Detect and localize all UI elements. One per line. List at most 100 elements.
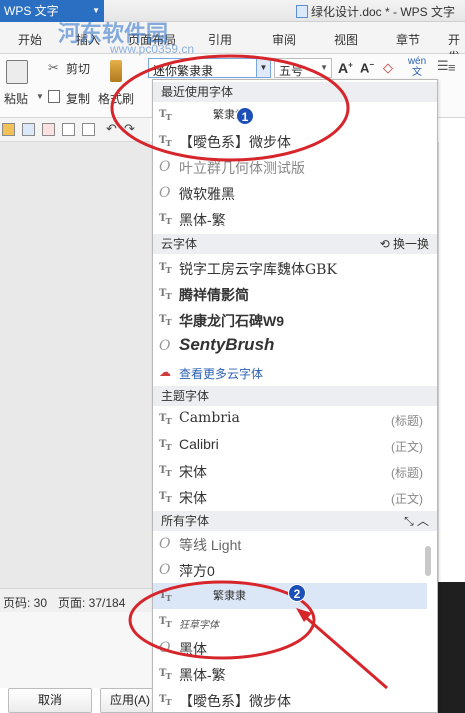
- font-name: 叶立群几何体测试版: [179, 160, 305, 176]
- font-size-combo[interactable]: 五号 ▼: [274, 58, 332, 78]
- font-item[interactable]: O SentyBrush: [153, 333, 427, 359]
- truetype-icon: TT: [159, 288, 172, 301]
- clear-format-icon[interactable]: ◇: [383, 60, 393, 76]
- font-item[interactable]: O 叶立群几何体测试版: [153, 154, 427, 180]
- format-painter-icon[interactable]: [110, 60, 122, 82]
- font-item[interactable]: TT 【曖色系】微步体: [153, 128, 427, 154]
- font-dropdown-panel: 最近使用字体 TT 繁隶隶 TT 【曖色系】微步体 O 叶立群几何体测试版 O …: [152, 79, 438, 713]
- app-name: WPS 文字: [4, 4, 59, 18]
- print-icon[interactable]: [62, 123, 75, 136]
- open-icon[interactable]: [2, 123, 15, 136]
- more-icon[interactable]: ☰: [437, 58, 449, 74]
- document-canvas: [0, 142, 152, 588]
- tab-view[interactable]: 视图: [334, 31, 358, 48]
- truetype-icon: TT: [159, 413, 172, 426]
- truetype-icon: TT: [159, 590, 172, 603]
- font-item[interactable]: TT 黑体-繁: [153, 661, 427, 687]
- font-item[interactable]: TT Cambria (标题): [153, 406, 427, 432]
- tab-review[interactable]: 审阅: [272, 31, 296, 48]
- font-item[interactable]: TT 腾祥倩影简: [153, 281, 427, 307]
- tab-home[interactable]: 开始: [18, 31, 42, 48]
- chevron-down-icon[interactable]: ▼: [320, 63, 328, 72]
- font-item[interactable]: O 微软雅黑: [153, 180, 427, 206]
- font-name: 狂草字体: [179, 620, 219, 631]
- font-item[interactable]: TT 宋体 (正文): [153, 484, 427, 510]
- opentype-icon: O: [159, 185, 171, 201]
- step-badge-1: 1: [236, 107, 254, 125]
- refresh-cloud-button[interactable]: ⟲ 换一换: [380, 234, 429, 254]
- font-name: 腾祥倩影简: [179, 287, 249, 303]
- format-painter-button[interactable]: 格式刷: [98, 90, 134, 107]
- font-item[interactable]: O 黑体: [153, 635, 427, 661]
- status-bar: 页码: 30 页面: 37/184: [0, 588, 152, 612]
- more-cloud-fonts-link[interactable]: 查看更多云字体: [179, 365, 263, 382]
- truetype-icon: TT: [159, 668, 172, 681]
- truetype-icon: TT: [159, 616, 172, 629]
- chevron-down-icon[interactable]: ▼: [256, 59, 270, 77]
- font-item[interactable]: TT 宋体 (标题): [153, 458, 427, 484]
- font-name-value[interactable]: 迷你繁隶隶: [153, 62, 213, 79]
- opentype-icon: O: [159, 640, 171, 656]
- cancel-button[interactable]: 取消: [8, 688, 92, 713]
- font-item[interactable]: TT 【曖色系】微步体: [153, 687, 427, 712]
- copy-button[interactable]: 复制: [66, 90, 90, 107]
- undo-icon[interactable]: ↶: [106, 121, 117, 137]
- truetype-icon: TT: [159, 491, 172, 504]
- cloud-fonts-header: 云字体 ⟲ 换一换: [153, 234, 437, 254]
- pinyin-guide-icon[interactable]: wén 文: [406, 56, 428, 80]
- copy-icon[interactable]: [48, 90, 60, 103]
- more-cloud-fonts[interactable]: ☁ 查看更多云字体: [153, 359, 427, 385]
- all-fonts-header: 所有字体 ⤡ ︿: [153, 511, 437, 531]
- status-line: 页码: 30: [3, 596, 48, 610]
- redo-icon[interactable]: ↷: [124, 121, 135, 137]
- font-name: SentyBrush: [179, 335, 275, 354]
- theme-fonts-header: 主题字体: [153, 386, 437, 406]
- font-name: 锐字工房云字库魏体GBK: [179, 262, 337, 278]
- tab-chapter[interactable]: 章节: [396, 31, 420, 48]
- save-icon[interactable]: [22, 123, 35, 136]
- font-item[interactable]: TT 黑体-繁: [153, 206, 427, 232]
- font-item[interactable]: TT 锐字工房云字库魏体GBK: [153, 255, 427, 281]
- truetype-icon: TT: [159, 465, 172, 478]
- font-role-tag: (正文): [391, 492, 423, 506]
- font-item[interactable]: O 萍方0: [153, 557, 427, 583]
- font-item[interactable]: TT 繁隶隶: [153, 102, 427, 128]
- collapse-controls[interactable]: ⤡ ︿: [404, 511, 429, 531]
- font-name: 宋体: [179, 490, 207, 506]
- panel-scrollbar[interactable]: [425, 546, 431, 576]
- font-name: 微软雅黑: [179, 186, 235, 202]
- font-role-tag: (标题): [391, 466, 423, 480]
- grow-font-icon[interactable]: A+: [338, 60, 353, 76]
- font-size-value[interactable]: 五号: [279, 62, 303, 79]
- font-item[interactable]: TT 华康龙门石碑W9: [153, 307, 427, 333]
- font-item[interactable]: TT 狂草字体: [153, 609, 427, 635]
- font-name: 萍方0: [179, 563, 215, 579]
- tab-references[interactable]: 引用: [208, 31, 232, 48]
- opentype-icon: O: [159, 159, 171, 175]
- cut-button[interactable]: 剪切: [66, 60, 90, 77]
- document-canvas-dark: [438, 582, 465, 713]
- list-icon[interactable]: ≡: [448, 60, 456, 75]
- cloud-icon: ☁: [159, 365, 171, 379]
- font-name: 黑体-繁: [179, 667, 226, 683]
- font-item[interactable]: TT Calibri (正文): [153, 432, 427, 458]
- print-preview-icon[interactable]: [82, 123, 95, 136]
- font-name: 华康龙门石碑W9: [179, 313, 284, 329]
- paste-button[interactable]: 粘贴: [4, 90, 28, 107]
- font-item[interactable]: O 等线 Light: [153, 531, 427, 557]
- truetype-icon: TT: [159, 439, 172, 452]
- font-name-combo[interactable]: 迷你繁隶隶 ▼: [148, 58, 271, 78]
- truetype-icon: TT: [159, 314, 172, 327]
- scissors-icon[interactable]: ✂: [48, 61, 62, 74]
- shrink-font-icon[interactable]: A−: [360, 60, 374, 75]
- export-pdf-icon[interactable]: [42, 123, 55, 136]
- dialog-background: [0, 612, 152, 688]
- watermark-url: www.pc0359.cn: [110, 42, 195, 56]
- truetype-icon: TT: [159, 262, 172, 275]
- paste-icon[interactable]: [6, 60, 28, 84]
- apply-button[interactable]: 应用(A): [100, 688, 160, 713]
- opentype-icon: O: [159, 536, 171, 552]
- paste-dropdown-icon[interactable]: ▼: [36, 92, 44, 101]
- font-name: 黑体-繁: [179, 212, 226, 228]
- truetype-icon: TT: [159, 109, 172, 122]
